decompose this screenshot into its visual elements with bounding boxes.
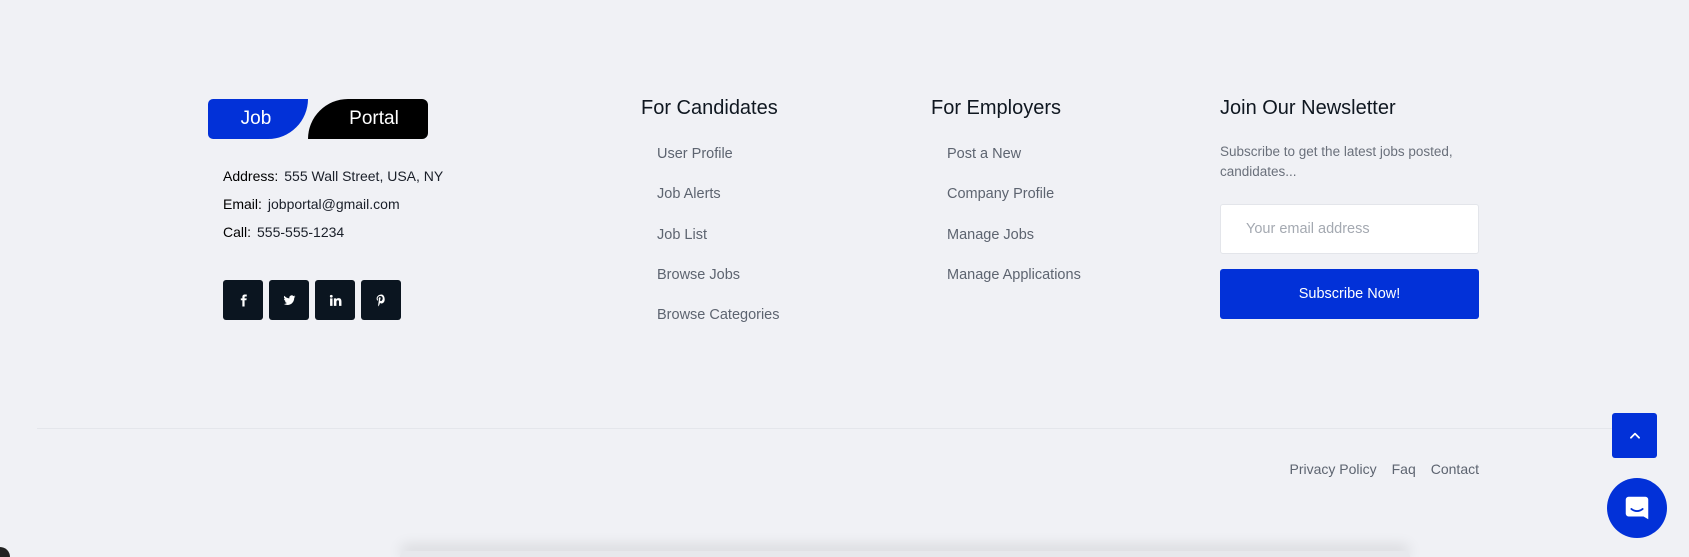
pinterest-button[interactable] (361, 280, 401, 320)
social-links (223, 280, 401, 320)
link-browse-categories[interactable]: Browse Categories (657, 304, 780, 344)
pinterest-icon (376, 294, 385, 306)
footer: Job Portal Address: 555 Wall Street, USA,… (0, 0, 1689, 557)
link-browse-jobs[interactable]: Browse Jobs (657, 264, 780, 304)
twitter-button[interactable] (269, 280, 309, 320)
link-user-profile[interactable]: User Profile (657, 143, 780, 183)
contact-phone-value[interactable]: 555-555-1234 (257, 224, 344, 240)
link-job-alerts[interactable]: Job Alerts (657, 183, 780, 223)
contact-email: Email: jobportal@gmail.com (223, 193, 443, 221)
newsletter-description: Subscribe to get the latest jobs posted,… (1220, 144, 1453, 179)
facebook-icon (240, 294, 247, 306)
bottom-panel-edge (400, 551, 1410, 557)
employers-column: For Employers Post a New Company Profile… (931, 96, 1081, 304)
chat-launcher-button[interactable] (1607, 478, 1667, 538)
candidates-links: User Profile Job Alerts Job List Browse … (641, 143, 780, 344)
contact-email-value[interactable]: jobportal@gmail.com (268, 196, 400, 212)
newsletter-heading: Join Our Newsletter (1220, 97, 1396, 119)
link-contact[interactable]: Contact (1431, 461, 1479, 477)
email-field[interactable] (1220, 204, 1479, 254)
link-job-list[interactable]: Job List (657, 224, 780, 264)
subscribe-button[interactable]: Subscribe Now! (1220, 269, 1479, 319)
link-post-new[interactable]: Post a New (947, 143, 1081, 183)
link-manage-jobs[interactable]: Manage Jobs (947, 224, 1081, 264)
link-faq[interactable]: Faq (1392, 461, 1416, 477)
newsletter-section: Join Our Newsletter Subscribe to get the… (1220, 96, 1479, 319)
employers-links: Post a New Company Profile Manage Jobs M… (931, 143, 1081, 304)
bottom-links: Privacy Policy Faq Contact (1289, 461, 1479, 477)
contact-address-value: 555 Wall Street, USA, NY (284, 168, 444, 184)
link-company-profile[interactable]: Company Profile (947, 183, 1081, 223)
contact-address-label: Address: (223, 168, 279, 184)
logo-job-part: Job (208, 99, 308, 139)
logo-portal-part: Portal (308, 99, 428, 139)
linkedin-icon (329, 294, 341, 306)
link-manage-applications[interactable]: Manage Applications (947, 264, 1081, 304)
employers-heading: For Employers (931, 97, 1062, 119)
back-to-top-button[interactable] (1612, 413, 1657, 458)
facebook-button[interactable] (223, 280, 263, 320)
logo-portal-text: Portal (349, 108, 399, 129)
candidates-heading: For Candidates (641, 97, 778, 119)
contact-email-label: Email: (223, 196, 262, 212)
window-corner (0, 547, 10, 557)
logo-job-text: Job (240, 108, 272, 129)
chat-icon (1625, 496, 1649, 520)
candidates-column: For Candidates User Profile Job Alerts J… (641, 96, 780, 344)
contact-address: Address: 555 Wall Street, USA, NY (223, 165, 443, 193)
logo[interactable]: Job Portal (208, 99, 428, 139)
contact-info: Address: 555 Wall Street, USA, NY Email: j… (223, 165, 443, 249)
footer-divider (37, 428, 1617, 429)
chevron-up-icon (1629, 432, 1640, 439)
contact-phone-label: Call: (223, 224, 252, 240)
contact-phone: Call: 555-555-1234 (223, 221, 443, 249)
link-privacy-policy[interactable]: Privacy Policy (1289, 461, 1376, 477)
twitter-icon (283, 294, 295, 305)
linkedin-button[interactable] (315, 280, 355, 320)
